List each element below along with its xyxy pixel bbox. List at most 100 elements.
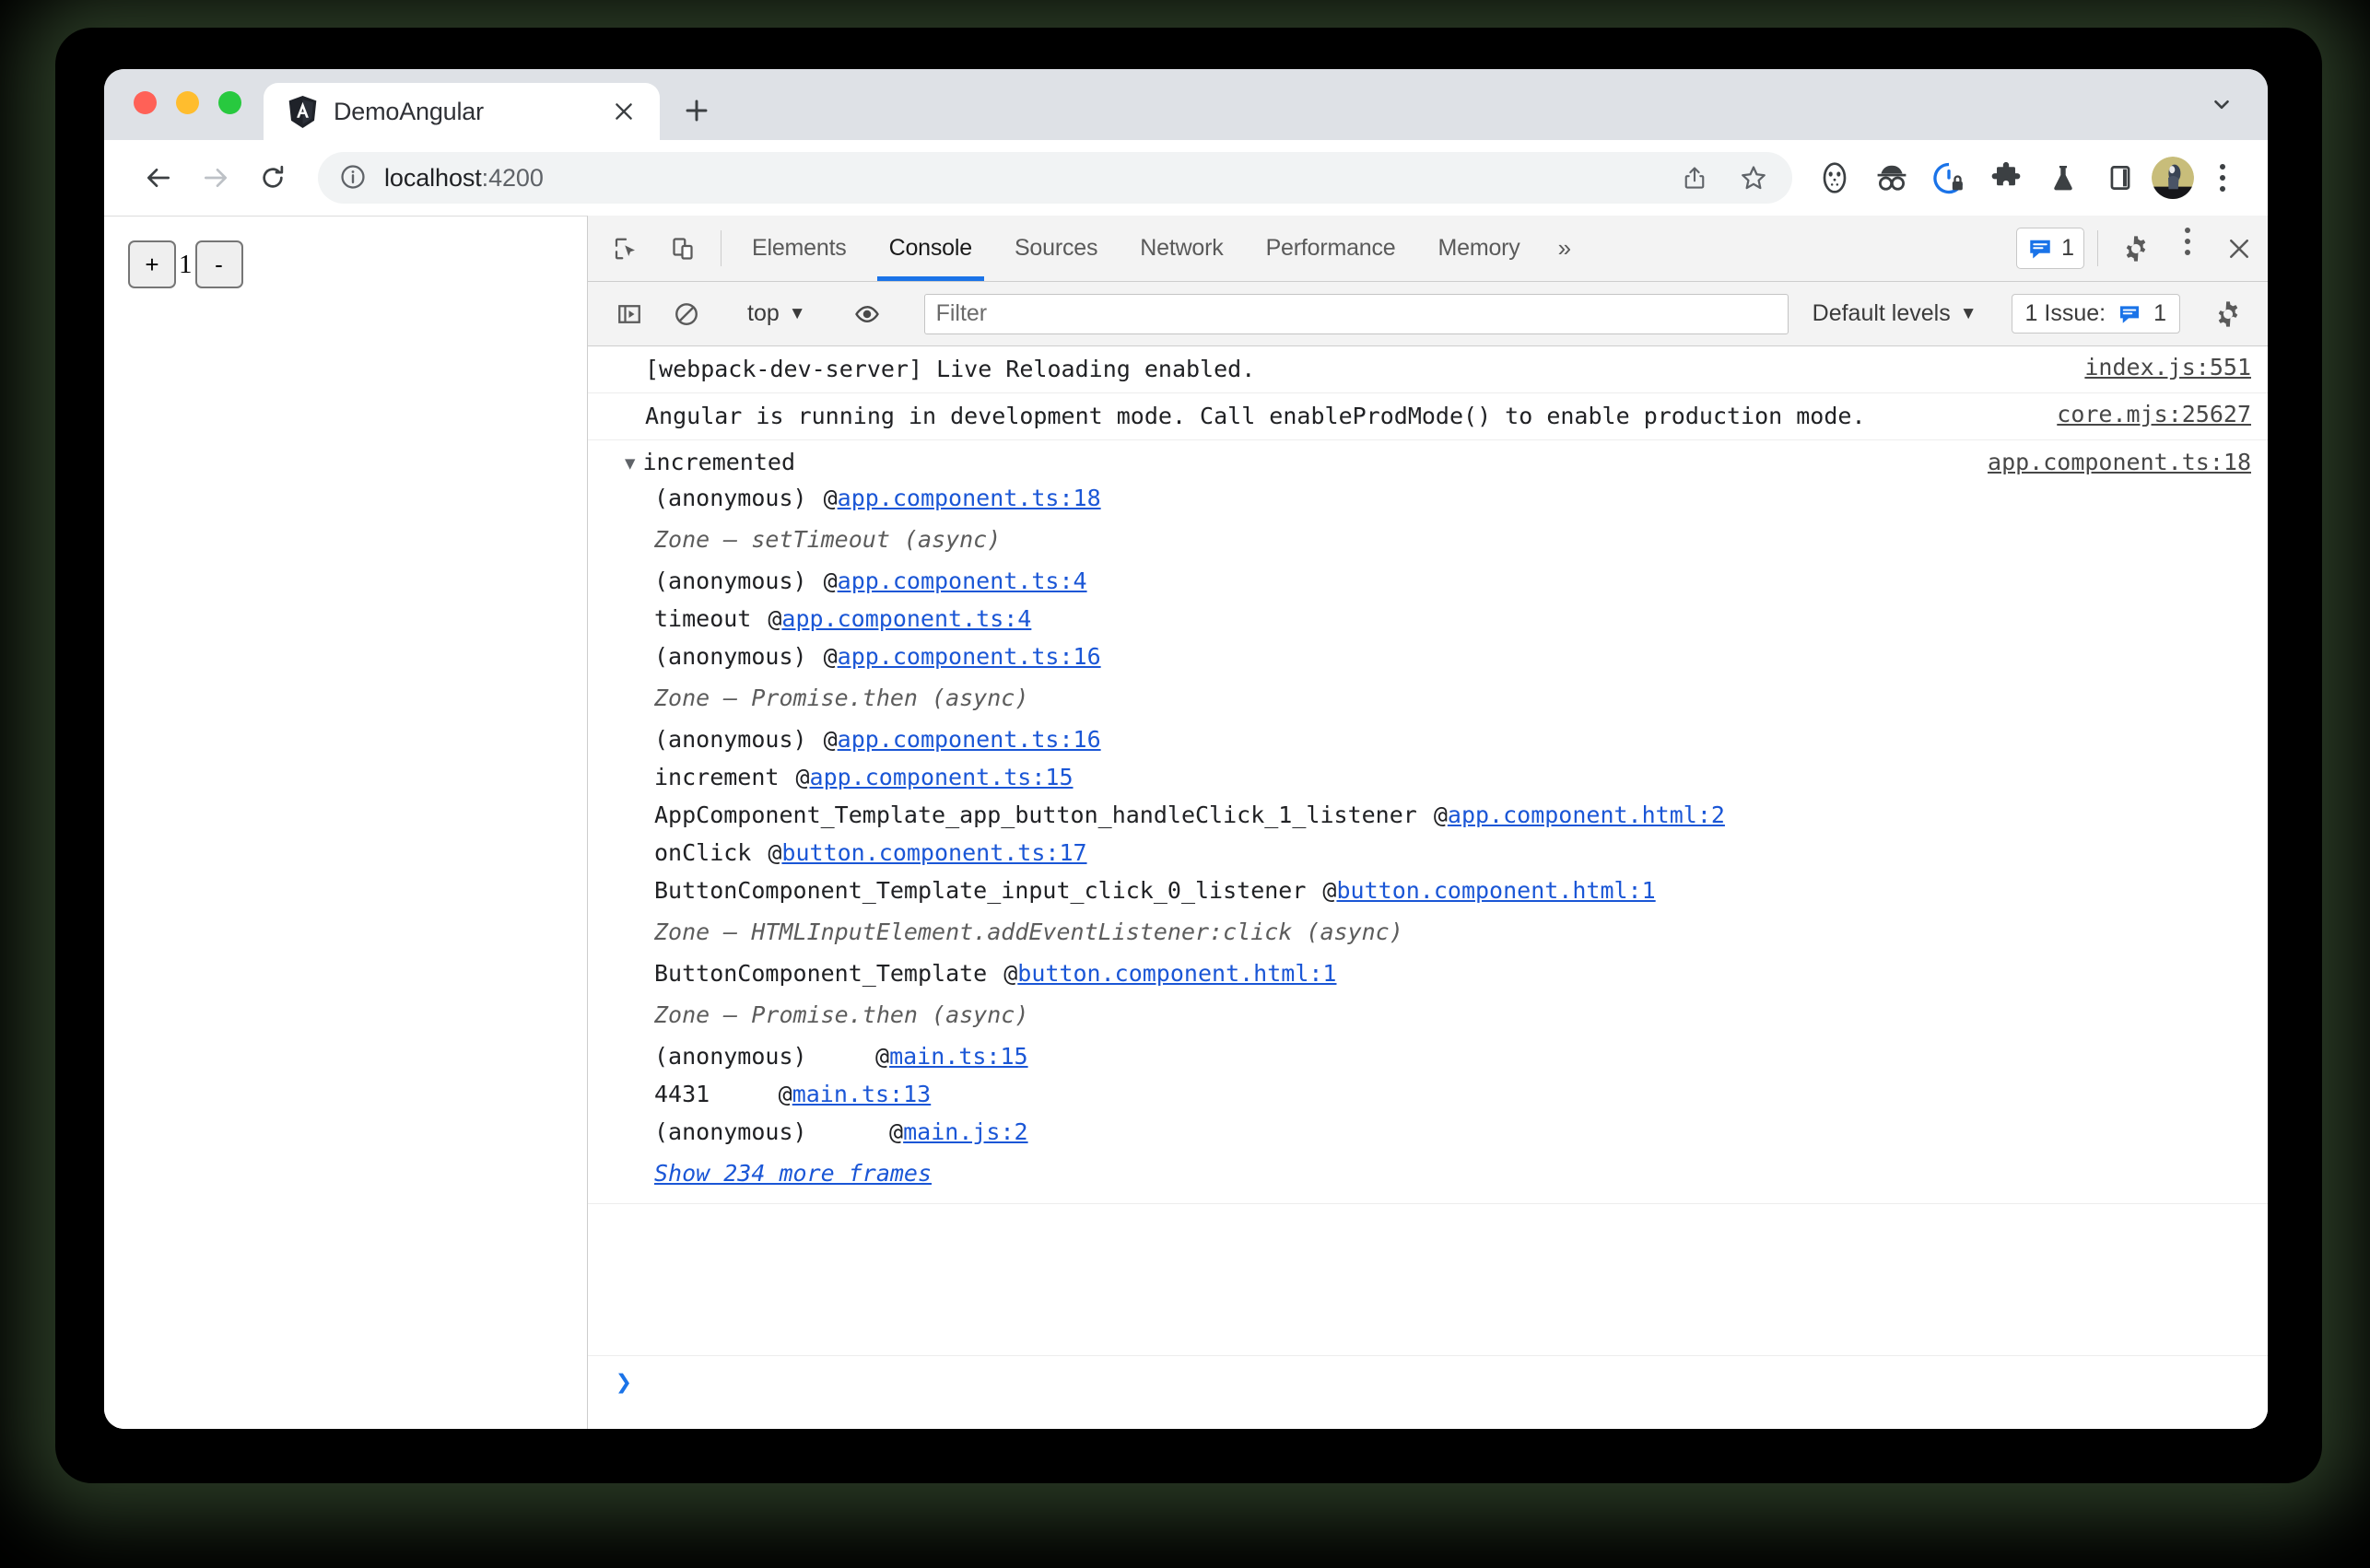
- console-message-source[interactable]: core.mjs:25627: [2038, 401, 2251, 427]
- stack-frame[interactable]: ButtonComponent_Template @ button.compon…: [588, 954, 2268, 992]
- tab-strip: DemoAngular: [104, 69, 2268, 140]
- tab-sources[interactable]: Sources: [993, 216, 1119, 281]
- clear-console-icon[interactable]: [658, 300, 715, 328]
- console-trace-header[interactable]: ▼ incremented app.component.ts:18: [588, 440, 2268, 479]
- stack-frame[interactable]: (anonymous) @ main.js:2: [588, 1113, 2268, 1151]
- devtools-more-options-icon[interactable]: [2165, 216, 2211, 267]
- hockey-mask-icon[interactable]: [1809, 152, 1860, 204]
- device-toolbar-icon[interactable]: [654, 216, 711, 281]
- at-symbol: @: [795, 764, 810, 790]
- filter-input[interactable]: Filter: [923, 293, 1789, 334]
- frame-link[interactable]: app.component.ts:4: [838, 566, 1419, 596]
- address-bar[interactable]: localhost:4200: [318, 152, 1792, 204]
- minimize-window-button[interactable]: [176, 91, 199, 114]
- triangle-down-icon[interactable]: ▼: [625, 454, 635, 473]
- frame-function: AppComponent_Template_app_button_handleC…: [654, 802, 1417, 828]
- incognito-glasses-icon[interactable]: [1866, 152, 1918, 204]
- flask-icon[interactable]: [2037, 152, 2089, 204]
- frame-link[interactable]: main.ts:15: [889, 1041, 1360, 1071]
- frame-link[interactable]: app.component.ts:15: [810, 762, 1405, 792]
- frame-function: ButtonComponent_Template: [654, 960, 988, 987]
- close-window-button[interactable]: [134, 91, 157, 114]
- console-message-source[interactable]: index.js:551: [2066, 354, 2251, 380]
- sidebar-panel-icon[interactable]: [2094, 152, 2146, 204]
- stack-frame[interactable]: (anonymous) @ app.component.ts:4: [588, 562, 2268, 600]
- arrow-right-icon[interactable]: [187, 149, 244, 206]
- console-message[interactable]: Angular is running in development mode. …: [588, 393, 2268, 440]
- stack-frame[interactable]: (anonymous) @ main.ts:15: [588, 1037, 2268, 1075]
- show-more-frames-link[interactable]: Show 234 more frames: [588, 1151, 2268, 1198]
- reload-icon[interactable]: [244, 149, 301, 206]
- tab-network[interactable]: Network: [1119, 216, 1244, 281]
- prompt-chevron-icon: ❯: [616, 1366, 633, 1398]
- frame-link[interactable]: app.component.ts:16: [838, 724, 1433, 755]
- shield-lock-icon[interactable]: [1923, 152, 1975, 204]
- stack-frame[interactable]: (anonymous) @ app.component.ts:16: [588, 720, 2268, 758]
- frame-location: @ button.component.ts:17: [751, 837, 1304, 868]
- frame-link[interactable]: app.component.ts:4: [781, 603, 1363, 634]
- live-expression-eye-icon[interactable]: [839, 300, 896, 328]
- stack-frame[interactable]: AppComponent_Template_app_button_handleC…: [588, 796, 2268, 834]
- more-tabs-button[interactable]: »: [1542, 216, 1588, 281]
- share-icon[interactable]: [1669, 152, 1720, 204]
- console-message-text: [webpack-dev-server] Live Reloading enab…: [645, 356, 1256, 382]
- frame-link[interactable]: app.component.ts:18: [838, 483, 1433, 513]
- log-levels-selector[interactable]: Default levels ▼: [1798, 300, 1992, 327]
- tab-console[interactable]: Console: [868, 216, 993, 281]
- trace-source-link[interactable]: app.component.ts:18: [1969, 449, 2251, 475]
- inspect-element-icon[interactable]: [597, 216, 654, 281]
- star-icon[interactable]: [1728, 152, 1779, 204]
- chevron-down-icon[interactable]: [2200, 83, 2244, 125]
- page-viewport: + 1 -: [104, 216, 588, 1429]
- console-prompt[interactable]: ❯: [588, 1355, 2268, 1429]
- frame-function: timeout: [654, 605, 752, 632]
- browser-tab[interactable]: DemoAngular: [264, 83, 660, 140]
- console-sidebar-icon[interactable]: [601, 300, 658, 328]
- decrement-button[interactable]: -: [194, 240, 243, 288]
- user-avatar[interactable]: [2152, 157, 2194, 199]
- console-settings-gear-icon[interactable]: [2200, 299, 2257, 329]
- frame-link[interactable]: app.component.html:2: [1448, 800, 2057, 830]
- increment-button[interactable]: +: [128, 240, 176, 288]
- frame-link[interactable]: main.ts:13: [792, 1079, 1263, 1109]
- arrow-left-icon[interactable]: [130, 149, 187, 206]
- context-label: top: [747, 300, 780, 326]
- gear-icon[interactable]: [2107, 216, 2165, 281]
- stack-frame[interactable]: (anonymous) @ app.component.ts:18: [588, 479, 2268, 517]
- stack-frames: (anonymous) @ app.component.ts:18 Zone –…: [588, 479, 2268, 1198]
- frame-location: @ main.ts:13: [710, 1079, 1262, 1109]
- stack-frame[interactable]: timeout @ app.component.ts:4: [588, 600, 2268, 638]
- browser-toolbar: localhost:4200: [104, 140, 2268, 216]
- frame-function: (anonymous): [654, 1118, 807, 1145]
- frame-link[interactable]: button.component.html:1: [1017, 958, 1668, 989]
- console-output[interactable]: [webpack-dev-server] Live Reloading enab…: [588, 346, 2268, 1429]
- frame-link[interactable]: app.component.ts:16: [838, 641, 1433, 672]
- frame-link[interactable]: main.js:2: [903, 1117, 1359, 1147]
- kebab-menu-icon[interactable]: [2200, 152, 2246, 204]
- url-text: localhost:4200: [384, 164, 1654, 193]
- puzzle-piece-icon[interactable]: [1980, 152, 2032, 204]
- close-icon[interactable]: [608, 96, 639, 127]
- execution-context-selector[interactable]: top ▼: [734, 300, 819, 327]
- frame-link[interactable]: button.component.html:1: [1336, 875, 1987, 906]
- stack-frame[interactable]: 4431 @ main.ts:13: [588, 1075, 2268, 1113]
- tab-performance[interactable]: Performance: [1245, 216, 1417, 281]
- at-symbol: @: [823, 726, 838, 753]
- stack-frame[interactable]: ButtonComponent_Template_input_click_0_l…: [588, 872, 2268, 909]
- info-circle-icon[interactable]: [338, 162, 370, 193]
- angular-shield-icon: [287, 95, 318, 128]
- stack-frame[interactable]: onClick @ button.component.ts:17: [588, 834, 2268, 872]
- tab-elements[interactable]: Elements: [731, 216, 868, 281]
- frame-location: @ app.component.ts:16: [807, 641, 1360, 672]
- issues-button[interactable]: 1 Issue: 1: [2011, 294, 2180, 333]
- close-icon[interactable]: [2211, 216, 2268, 281]
- maximize-window-button[interactable]: [218, 91, 241, 114]
- stack-frame[interactable]: (anonymous) @ app.component.ts:16: [588, 638, 2268, 675]
- plus-icon[interactable]: [671, 85, 722, 136]
- tab-memory[interactable]: Memory: [1416, 216, 1541, 281]
- frame-link[interactable]: button.component.ts:17: [781, 837, 1418, 868]
- stack-frame[interactable]: increment @ app.component.ts:15: [588, 758, 2268, 796]
- console-message[interactable]: [webpack-dev-server] Live Reloading enab…: [588, 346, 2268, 393]
- issues-badge[interactable]: 1: [2016, 228, 2084, 269]
